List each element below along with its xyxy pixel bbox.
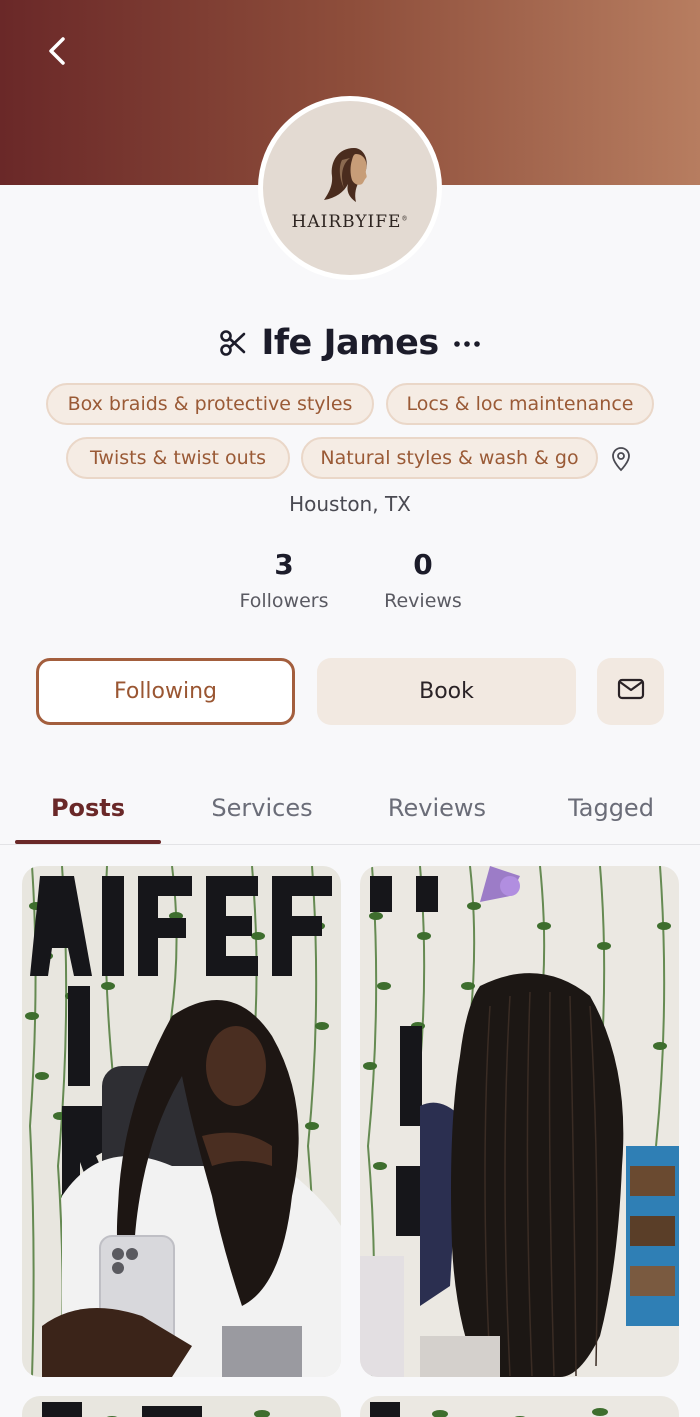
location-text: Houston, TX — [289, 492, 411, 516]
specialty-chip[interactable]: Natural styles & wash & go — [301, 437, 598, 479]
specialty-chip[interactable]: Twists & twist outs — [66, 437, 290, 479]
more-options-button[interactable] — [453, 334, 481, 353]
post-thumbnail[interactable] — [360, 866, 679, 1377]
mail-icon — [617, 678, 645, 706]
post-thumbnail[interactable] — [22, 1396, 341, 1417]
book-button[interactable]: Book — [317, 658, 576, 725]
tab-services[interactable]: Services — [189, 770, 335, 845]
profile-name: Ife James — [261, 323, 439, 363]
profile-name-row: Ife James — [0, 318, 700, 368]
followers-label: Followers — [239, 590, 329, 612]
map-pin-icon — [608, 446, 634, 472]
brand-logo-silhouette — [320, 144, 380, 208]
reviews-label: Reviews — [384, 590, 462, 612]
more-horizontal-icon — [453, 334, 481, 353]
reviews-count: 0 — [413, 548, 433, 581]
avatar[interactable]: HAIRBYIFE® — [258, 96, 442, 280]
reviews-stat[interactable]: 0 Reviews — [353, 548, 493, 612]
specialty-chip[interactable]: Locs & loc maintenance — [386, 383, 654, 425]
profile-tabs: Posts Services Reviews Tagged — [0, 770, 700, 845]
tab-posts[interactable]: Posts — [15, 770, 161, 845]
message-button[interactable] — [597, 658, 664, 725]
tab-reviews[interactable]: Reviews — [364, 770, 510, 845]
followers-stat[interactable]: 3 Followers — [214, 548, 354, 612]
following-button[interactable]: Following — [36, 658, 295, 725]
scissors-icon — [219, 329, 247, 357]
specialty-chip[interactable]: Box braids & protective styles — [46, 383, 374, 425]
tab-tagged[interactable]: Tagged — [538, 770, 684, 845]
post-thumbnail[interactable] — [22, 866, 341, 1377]
followers-count: 3 — [274, 548, 294, 581]
back-button[interactable] — [34, 30, 80, 76]
chevron-left-icon — [46, 35, 68, 71]
active-tab-indicator — [15, 840, 161, 844]
post-thumbnail[interactable] — [360, 1396, 679, 1417]
brand-wordmark: HAIRBYIFE® — [291, 212, 409, 232]
